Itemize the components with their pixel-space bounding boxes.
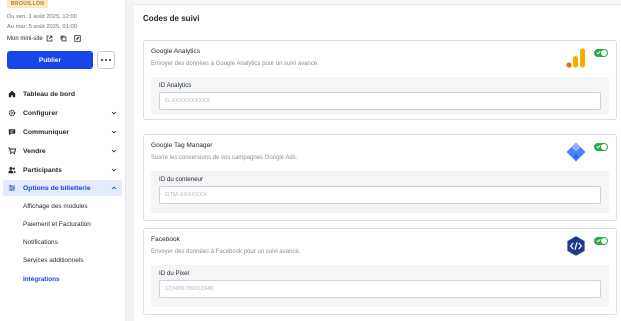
nav-item-label: Tableau de bord: [23, 90, 75, 98]
code-icon: [567, 236, 585, 256]
event-start-date: Du ven. 1 août 2025, 12:00: [7, 14, 77, 20]
sub-item-additional-services[interactable]: Services additionnels: [23, 257, 83, 264]
sidebar: BROUILLON Du ven. 1 août 2025, 12:00 Au …: [0, 0, 126, 321]
card-body: ID du Pixel: [151, 265, 609, 307]
more-dot: [108, 59, 111, 61]
integration-card-google-tag-manager: Google Tag Manager Suivre les conversion…: [143, 134, 617, 221]
nav-item-dashboard[interactable]: Tableau de bord: [3, 86, 122, 102]
status-badge: BROUILLON: [7, 0, 49, 8]
chevron-down-icon: [111, 111, 117, 115]
field-label: ID du Pixel: [159, 270, 189, 277]
card-title: Facebook: [151, 236, 180, 243]
nav-item-label: Configurer: [23, 109, 58, 117]
google-analytics-icon: [566, 48, 585, 68]
field-label: ID Analytics: [159, 82, 192, 89]
toggle-knob: [601, 144, 607, 150]
top-strip: [134, 0, 621, 5]
nav-item-label: Vendre: [23, 147, 46, 155]
external-link-icon[interactable]: [46, 35, 53, 42]
more-dot: [105, 59, 107, 61]
sub-item-module-display[interactable]: Affichage des modules: [23, 203, 88, 210]
pixel-id-input[interactable]: [159, 280, 601, 298]
publish-button[interactable]: Publier: [7, 51, 93, 69]
nav-item-ticketing-options[interactable]: Options de billetterie: [3, 180, 122, 196]
sliders-icon: [7, 184, 16, 193]
nav-item-label: Communiquer: [23, 128, 70, 136]
container-id-input[interactable]: [159, 186, 601, 204]
integration-card-facebook: Facebook Envoyer des données à Facebook …: [143, 228, 617, 315]
google-tag-manager-icon: [566, 142, 586, 162]
copy-icon[interactable]: [60, 35, 67, 42]
card-body: ID du conteneur: [151, 171, 609, 213]
card-title: Google Analytics: [151, 48, 201, 55]
more-options-button[interactable]: [97, 51, 115, 69]
card-description: Suivre les conversions de vos campagnes …: [151, 155, 298, 161]
page-title: Codes de suivi: [143, 14, 200, 23]
edit-icon[interactable]: [74, 35, 81, 42]
event-end-date: Au mar. 5 août 2025, 01:00: [7, 24, 77, 30]
nav-item-label: Options de billetterie: [23, 184, 91, 192]
chevron-down-icon: [111, 149, 117, 153]
users-icon: [7, 166, 16, 175]
chevron-up-icon: [111, 186, 117, 190]
nav-item-communicate[interactable]: Communiquer: [3, 124, 122, 140]
toggle-knob: [601, 50, 607, 56]
gear-icon: [7, 109, 16, 118]
field-label: ID du conteneur: [159, 176, 204, 183]
nav-item-configure[interactable]: Configurer: [3, 105, 122, 121]
cart-icon: [7, 147, 16, 156]
main-content: Codes de suivi Google Analytics Envoyer …: [134, 0, 621, 321]
sub-item-notifications[interactable]: Notifications: [23, 239, 58, 246]
facebook-toggle[interactable]: [594, 237, 608, 245]
chevron-down-icon: [111, 130, 117, 134]
integration-card-google-analytics: Google Analytics Envoyer des données à G…: [143, 40, 617, 120]
chat-icon: [7, 128, 16, 137]
chevron-down-icon: [111, 168, 117, 172]
card-title: Google Tag Manager: [151, 142, 213, 149]
sub-item-payment-billing[interactable]: Paiement et Facturation: [23, 221, 91, 228]
card-description: Envoyer des données à Google Analytics p…: [151, 61, 319, 67]
analytics-id-input[interactable]: [159, 92, 601, 110]
card-body: ID Analytics: [151, 77, 609, 115]
google-tag-manager-toggle[interactable]: [594, 143, 608, 151]
more-dot: [101, 59, 104, 61]
home-icon: [7, 90, 16, 99]
toggle-knob: [601, 238, 607, 244]
mini-site-link[interactable]: Mon mini-site: [7, 35, 81, 42]
nav-item-label: Participants: [23, 166, 62, 174]
card-description: Envoyer des données à Facebook pour un s…: [151, 249, 301, 255]
google-analytics-toggle[interactable]: [594, 49, 608, 57]
sub-item-integrations[interactable]: Intégrations: [23, 276, 60, 283]
nav-item-sell[interactable]: Vendre: [3, 143, 122, 159]
mini-site-label: Mon mini-site: [7, 35, 43, 42]
nav-item-participants[interactable]: Participants: [3, 162, 122, 178]
